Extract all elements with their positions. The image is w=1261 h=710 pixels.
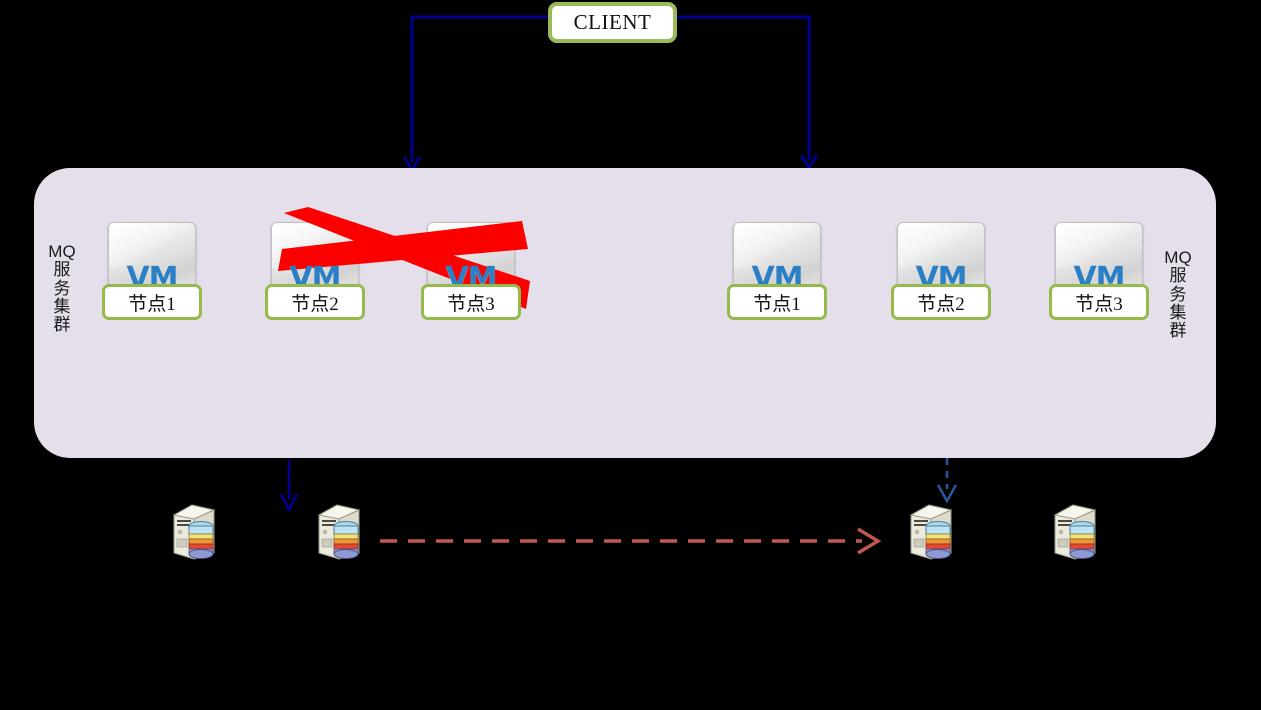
right-node-2-label: 节点2: [891, 284, 991, 320]
db-server-1[interactable]: [168, 501, 220, 563]
left-caption-char-2: 集: [53, 297, 71, 317]
diagram-canvas: CLIENT MQ 服 务 集 群 VM 节点1 VM 节点2 VM 节点3 V…: [0, 0, 1261, 710]
left-node-1[interactable]: VM 节点1: [102, 222, 202, 326]
right-caption-char-3: 群: [1169, 321, 1187, 341]
left-cluster-caption: MQ 服 务 集 群: [42, 242, 82, 335]
right-node-3-label: 节点3: [1049, 284, 1149, 320]
left-node-1-label: 节点1: [102, 284, 202, 320]
client-label: CLIENT: [573, 10, 652, 34]
right-node-2[interactable]: VM 节点2: [891, 222, 991, 326]
db-server-4[interactable]: [1049, 501, 1101, 563]
right-caption-mq: MQ: [1164, 248, 1192, 267]
right-caption-char-0: 服: [1169, 266, 1187, 286]
mq-cluster-panel: [34, 168, 1216, 458]
right-node-1[interactable]: VM 节点1: [727, 222, 827, 326]
left-caption-char-1: 务: [53, 278, 71, 298]
right-node-1-label: 节点1: [727, 284, 827, 320]
left-node-2-label: 节点2: [265, 284, 365, 320]
client-box[interactable]: CLIENT: [548, 2, 677, 43]
right-caption-char-1: 务: [1169, 284, 1187, 304]
left-caption-char-0: 服: [53, 260, 71, 280]
right-caption-char-2: 集: [1169, 303, 1187, 323]
right-node-3[interactable]: VM 节点3: [1049, 222, 1149, 326]
left-node-3-label: 节点3: [421, 284, 521, 320]
left-node-2[interactable]: VM 节点2: [265, 222, 365, 326]
db-server-3[interactable]: [905, 501, 957, 563]
left-caption-char-3: 群: [53, 315, 71, 335]
db-server-2[interactable]: [313, 501, 365, 563]
right-cluster-caption: MQ 服 务 集 群: [1158, 248, 1198, 341]
left-node-3[interactable]: VM 节点3: [421, 222, 521, 326]
left-caption-mq: MQ: [48, 242, 76, 261]
